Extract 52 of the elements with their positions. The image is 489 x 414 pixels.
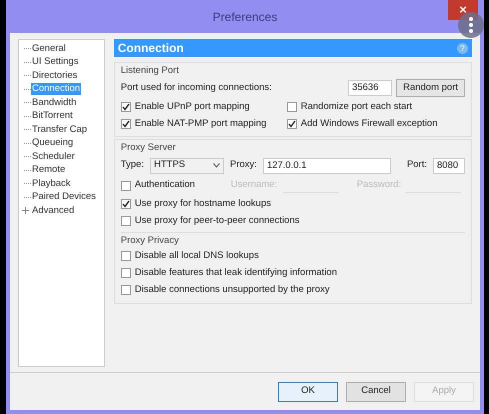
checkbox[interactable] xyxy=(286,102,297,112)
checkbox[interactable] xyxy=(120,180,131,190)
caret-icon xyxy=(213,163,220,168)
checkbox-label: Disable connections unsupported by the proxy xyxy=(134,283,330,298)
field-label: Type: xyxy=(120,158,144,172)
checkbox-label: Enable NAT-PMP port mapping xyxy=(134,116,266,131)
tree-item[interactable]: BitTorrent xyxy=(31,110,74,122)
field-label: Port used for incoming connections: xyxy=(120,81,273,96)
dropdown-value: HTTPS xyxy=(154,158,186,172)
checkbox[interactable] xyxy=(120,216,131,226)
checkbox[interactable] xyxy=(120,285,131,296)
field-label: Port: xyxy=(406,158,427,172)
checkbox-label: Enable UPnP port mapping xyxy=(134,100,250,114)
port-field[interactable]: 35636 xyxy=(348,80,392,96)
group-title: Listening Port xyxy=(120,64,180,78)
port-field[interactable]: 8080 xyxy=(433,158,465,174)
group-title: Proxy Privacy xyxy=(120,234,180,248)
dialog-button[interactable]: Cancel xyxy=(346,382,406,402)
checkbox-label: Disable all local DNS lookups xyxy=(134,249,259,264)
random-port-button[interactable]: Random port xyxy=(396,79,465,98)
proxy-field[interactable]: 127.0.0.1 xyxy=(262,158,391,174)
checkbox[interactable] xyxy=(120,199,131,209)
checkbox-label: Disable features that leak identifying information xyxy=(134,266,338,280)
checkbox-label: Randomize port each start xyxy=(300,100,412,114)
field-label: Proxy: xyxy=(230,158,257,172)
tree-item[interactable]: General xyxy=(31,42,67,55)
section-title: Connection xyxy=(118,40,184,57)
tree-item[interactable]: Bandwidth xyxy=(31,96,78,109)
checkbox-label: Use proxy for hostname lookups xyxy=(134,196,271,211)
tree-item[interactable]: Paired Devices xyxy=(31,191,97,204)
more-icon[interactable] xyxy=(458,12,484,38)
tree-item[interactable]: Advanced xyxy=(31,204,76,217)
checkbox[interactable] xyxy=(120,268,131,278)
checkbox[interactable] xyxy=(286,118,297,129)
checkbox[interactable] xyxy=(120,118,131,129)
group-title: Proxy Server xyxy=(120,141,177,156)
tree-item[interactable]: Scheduler xyxy=(31,150,76,163)
tree-item[interactable]: Remote xyxy=(31,164,66,176)
tree-item[interactable]: Directories xyxy=(31,70,78,82)
tree-item[interactable]: UI Settings xyxy=(31,56,80,68)
checkbox-label: Add Windows Firewall exception xyxy=(300,116,438,131)
checkbox-label: Authentication xyxy=(134,178,195,192)
type-dropdown[interactable]: HTTPS xyxy=(150,158,224,174)
tree-item[interactable]: Transfer Cap xyxy=(31,124,88,136)
expand-icon[interactable] xyxy=(21,206,30,216)
tree-item[interactable]: Queueing xyxy=(31,137,74,150)
checkbox[interactable] xyxy=(120,251,131,262)
checkbox-label: Use proxy for peer-to-peer connections xyxy=(134,214,300,228)
checkbox[interactable] xyxy=(120,102,131,112)
window-title: Preferences xyxy=(212,8,278,26)
dialog-button[interactable]: OK xyxy=(278,382,338,402)
tree-item[interactable]: Playback xyxy=(31,178,72,190)
